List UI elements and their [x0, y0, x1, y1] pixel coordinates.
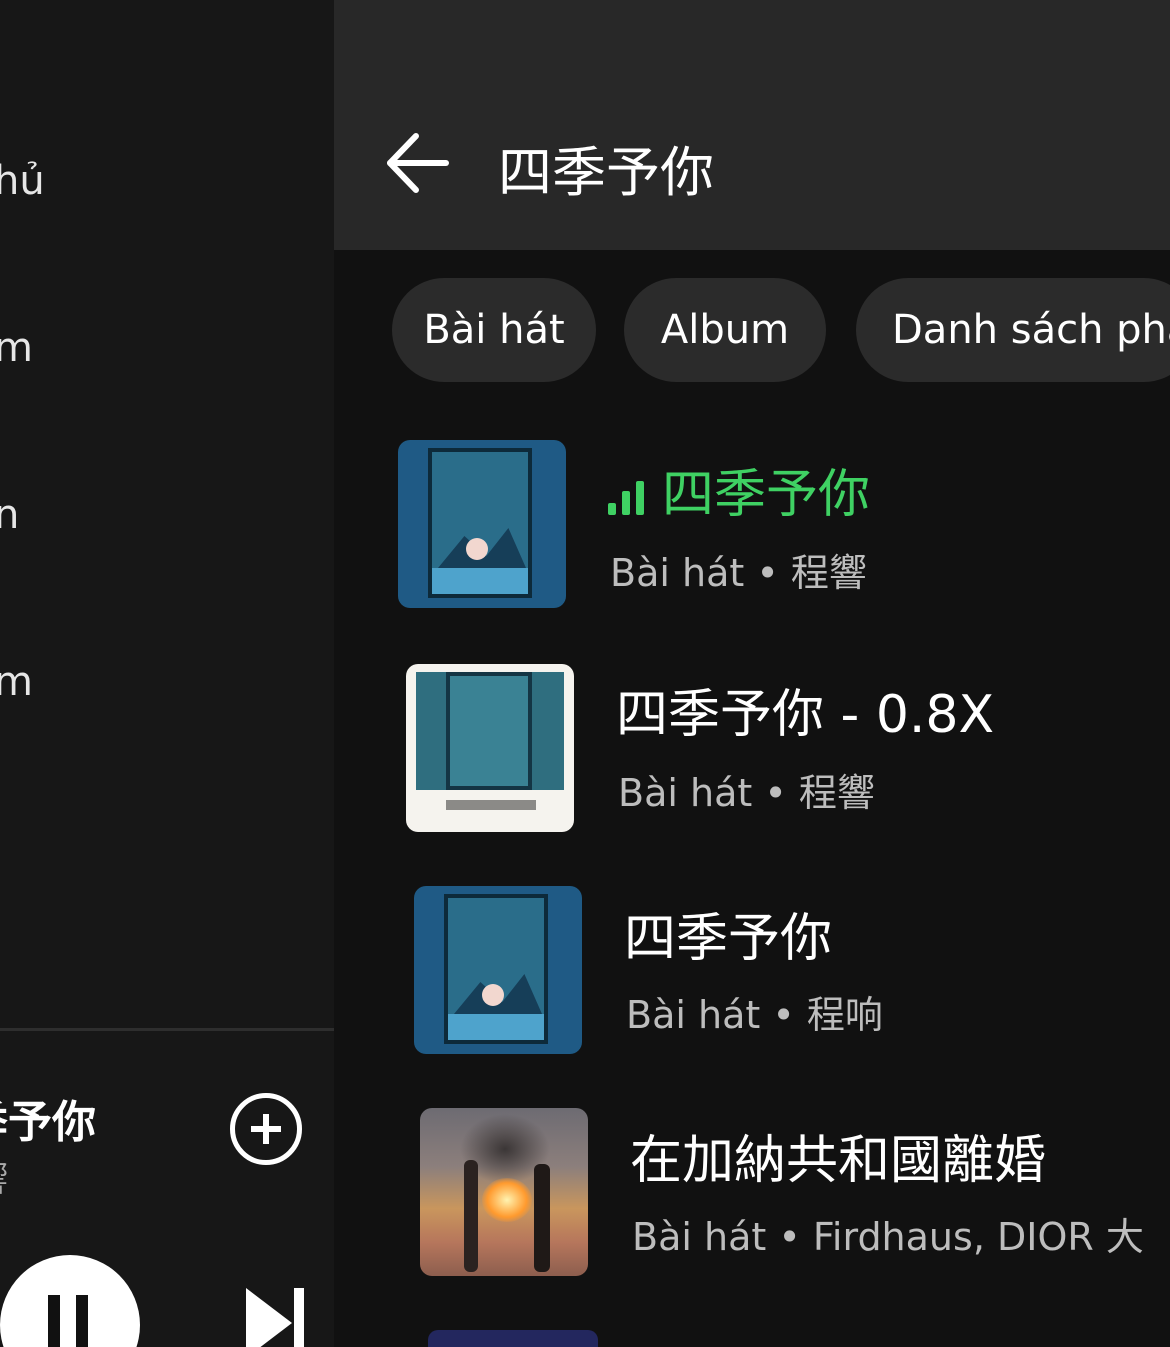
result-subtitle: Bài hát • Firdhaus, DIOR 大 [632, 1215, 1144, 1259]
result-subtitle: Bài hát • 程響 [618, 771, 875, 815]
filter-chip-playlists[interactable]: Danh sách phá [856, 278, 1170, 382]
search-query[interactable]: 四季予你 [498, 128, 714, 207]
album-cover [398, 440, 566, 608]
sidebar-item-premium[interactable]: m [0, 659, 33, 705]
result-title: 四季予你 - 0.8X [616, 685, 995, 745]
result-subtitle: Bài hát • 程響 [610, 551, 867, 595]
result-row[interactable]: 四季予你 - 0.8X Bài hát • 程響 [334, 664, 1170, 864]
result-title: 在加納共和國離婚 [630, 1131, 1047, 1191]
result-row[interactable]: 在加納共和國離婚 Bài hát • Firdhaus, DIOR 大 [334, 1108, 1170, 1308]
result-subtitle: Bài hát • 程响 [626, 993, 883, 1037]
result-row[interactable]: 四季予你 Bài hát • 程響 [334, 440, 1170, 640]
sidebar-item-search[interactable]: m [0, 325, 33, 371]
back-arrow-icon[interactable] [382, 128, 452, 198]
pause-button[interactable] [0, 1255, 140, 1347]
sidebar-item-home[interactable]: hủ [0, 158, 45, 204]
filter-chip-songs[interactable]: Bài hát [392, 278, 596, 382]
album-cover [428, 1330, 598, 1347]
result-title: 四季予你 [624, 909, 833, 969]
now-playing-artist: 響 [0, 1152, 8, 1201]
album-cover [420, 1108, 588, 1276]
pause-icon-bar [76, 1295, 88, 1347]
album-cover [406, 664, 574, 832]
sidebar-divider [0, 1028, 345, 1031]
now-playing-equalizer-icon [608, 481, 648, 515]
result-row[interactable]: 四季予你 Bài hát • 程响 [334, 886, 1170, 1086]
add-to-library-icon[interactable] [230, 1093, 302, 1165]
album-cover [414, 886, 582, 1054]
now-playing-title[interactable]: 季予你 [0, 1086, 96, 1150]
skip-next-icon[interactable] [246, 1288, 308, 1347]
search-results-panel: 四季予你 Bài hát Album Danh sách phá 四季予你 Bà… [334, 0, 1170, 1347]
library-sidebar: hủ m n m 季予你 響 [0, 0, 345, 1347]
result-title: 四季予你 [608, 452, 870, 527]
sidebar-item-library[interactable]: n [0, 492, 19, 538]
filter-chip-albums[interactable]: Album [624, 278, 826, 382]
search-header: 四季予你 [334, 0, 1170, 250]
pause-icon [48, 1295, 60, 1347]
